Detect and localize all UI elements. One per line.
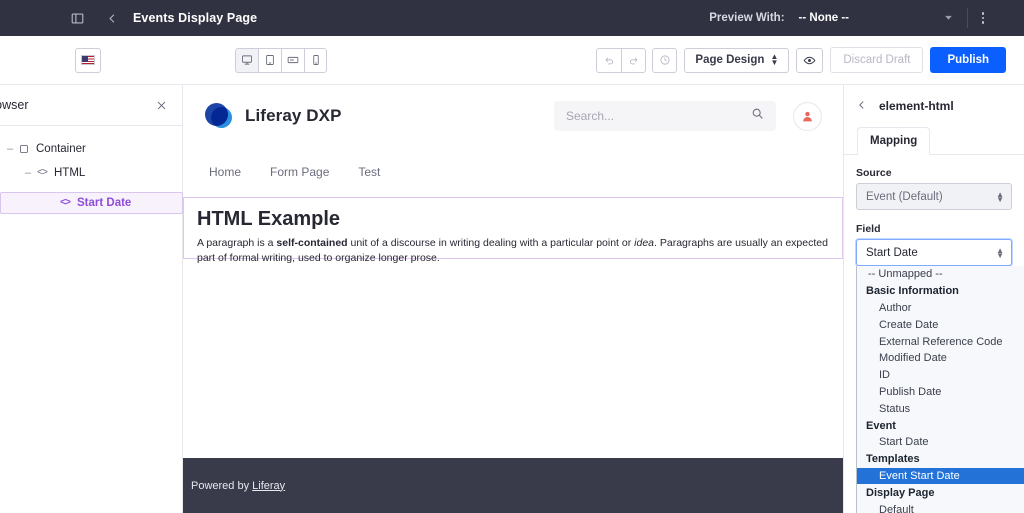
site-navigation: Home Form Page Test <box>183 147 843 197</box>
tree-item-html[interactable]: – <> HTML <box>0 161 182 185</box>
html-fragment-selected[interactable]: HTML Example A paragraph is a self-conta… <box>183 197 843 264</box>
dropdown-option-id[interactable]: ID <box>857 367 1024 384</box>
field-dropdown-list[interactable]: -- Unmapped -- Basic Information Author … <box>856 266 1024 513</box>
device-tablet-landscape-button[interactable] <box>281 47 305 73</box>
page-structure-sidebar: rowser – Container – <> HTML <box>0 85 183 513</box>
dropdown-option-modified-date[interactable]: Modified Date <box>857 350 1024 367</box>
sidebar-title: rowser <box>0 98 29 112</box>
undo-icon[interactable] <box>596 47 622 73</box>
device-tablet-button[interactable] <box>258 47 282 73</box>
element-name-title: element-html <box>879 98 954 113</box>
tree-item-label: Container <box>36 143 86 155</box>
page-canvas: Liferay DXP Home Form Page Test H <box>183 85 843 513</box>
search-input[interactable] <box>566 109 751 123</box>
mapping-sidebar-header: element-html <box>844 85 1024 126</box>
select-arrows-icon: ▲ ▼ <box>996 245 1004 260</box>
history-clock-icon[interactable] <box>652 47 678 73</box>
liferay-logo-icon <box>205 102 232 130</box>
dropdown-group-display-page: Display Page <box>866 486 935 499</box>
field-select-value: Start Date <box>866 246 918 259</box>
nav-item-home[interactable]: Home <box>209 165 241 179</box>
tree-toggle-icon[interactable]: – <box>4 143 16 155</box>
site-search-box[interactable] <box>554 101 776 131</box>
dropdown-group-event: Event <box>866 419 896 432</box>
dropdown-option-unmapped[interactable]: -- Unmapped -- <box>857 266 1024 283</box>
dropdown-group-templates: Templates <box>866 453 920 466</box>
tree-item-label: HTML <box>54 167 86 179</box>
tree-toggle-icon[interactable]: – <box>22 167 34 179</box>
nav-item-form-page[interactable]: Form Page <box>270 165 329 179</box>
discard-draft-button[interactable]: Discard Draft <box>830 47 924 73</box>
back-chevron-icon[interactable] <box>857 98 867 113</box>
nav-item-test[interactable]: Test <box>358 165 380 179</box>
tab-mapping[interactable]: Mapping <box>857 127 931 155</box>
us-flag-icon <box>81 55 95 65</box>
dropdown-option-author[interactable]: Author <box>857 300 1024 317</box>
select-arrows-icon: ▲ ▼ <box>996 189 1004 204</box>
topbar-right-group: Preview With: -- None -- <box>709 0 1024 36</box>
editor-toolbar: Page Design ▲ ▼ Discard Draft Publish <box>0 36 1024 85</box>
paragraph-part-2: unit of a discourse in writing dealing w… <box>347 237 635 249</box>
chevron-down-icon[interactable] <box>944 13 953 24</box>
paragraph-italic: idea <box>634 237 655 249</box>
page-design-button[interactable]: Page Design ▲ ▼ <box>684 47 790 73</box>
tree-item-start-date[interactable]: <> Start Date <box>0 192 183 214</box>
language-selector-button[interactable] <box>75 47 101 73</box>
dropdown-option-status[interactable]: Status <box>857 400 1024 417</box>
preview-eye-icon[interactable] <box>796 47 824 73</box>
fragment-heading: HTML Example <box>197 208 340 230</box>
site-footer: Powered by Liferay <box>183 458 843 513</box>
page-title: Events Display Page <box>133 11 258 25</box>
device-preview-group <box>235 47 328 73</box>
device-desktop-button[interactable] <box>235 47 259 73</box>
redo-icon[interactable] <box>621 47 647 73</box>
site-header: Liferay DXP <box>183 85 843 147</box>
top-navigation-bar: Events Display Page Preview With: -- Non… <box>0 0 1024 36</box>
dropdown-option-start-date[interactable]: Start Date <box>857 434 1024 451</box>
dropdown-group-basic-information: Basic Information <box>866 285 959 298</box>
paragraph-part-1: A paragraph is a <box>197 237 277 249</box>
device-mobile-button[interactable] <box>304 47 328 73</box>
preview-with-label: Preview With: <box>709 12 785 24</box>
source-select[interactable]: Event (Default) ▲ ▼ <box>856 183 1012 210</box>
paragraph-bold: self-contained <box>276 237 348 249</box>
publish-button[interactable]: Publish <box>930 47 1006 73</box>
page-editor-app: Events Display Page Preview With: -- Non… <box>0 0 1024 513</box>
footer-liferay-link[interactable]: Liferay <box>252 480 285 492</box>
dropdown-option-default[interactable]: Default <box>857 501 1024 513</box>
structure-tree: – Container – <> HTML <> Start Date <box>0 126 183 214</box>
field-label: Field <box>856 223 881 235</box>
tree-item-container[interactable]: – Container <box>0 137 182 161</box>
footer-text: Powered by Liferay <box>191 480 285 492</box>
dropdown-option-external-reference-code[interactable]: External Reference Code <box>857 333 1024 350</box>
sidebar-header: rowser <box>0 85 182 126</box>
sort-arrows-icon: ▲ ▼ <box>770 52 779 67</box>
preview-with-value[interactable]: -- None -- <box>799 12 849 24</box>
vertical-ellipsis-icon[interactable] <box>968 5 998 31</box>
panel-left-icon[interactable] <box>64 5 90 31</box>
back-chevron-icon[interactable] <box>99 5 125 31</box>
dropdown-option-create-date[interactable]: Create Date <box>857 316 1024 333</box>
dropdown-option-publish-date[interactable]: Publish Date <box>857 384 1024 401</box>
search-icon[interactable] <box>751 107 764 125</box>
toolbar-actions: Page Design ▲ ▼ Discard Draft Publish <box>596 47 1006 73</box>
dropdown-option-event-start-date[interactable]: Event Start Date <box>857 467 1024 485</box>
source-label: Source <box>856 167 892 179</box>
mapping-tabs: Mapping <box>844 126 1024 155</box>
footer-prefix: Powered by <box>191 479 253 492</box>
mapping-form: Source Event (Default) ▲ ▼ Field Start Da… <box>844 155 1024 266</box>
field-select[interactable]: Start Date ▲ ▼ <box>856 239 1012 266</box>
close-icon[interactable] <box>151 95 171 115</box>
undo-redo-group <box>596 47 647 73</box>
container-icon <box>16 144 32 154</box>
code-icon: <> <box>59 197 71 209</box>
source-select-value: Event (Default) <box>866 190 943 203</box>
user-avatar-icon[interactable] <box>793 101 822 131</box>
site-name: Liferay DXP <box>245 106 342 125</box>
page-design-label: Page Design <box>695 54 765 66</box>
fragment-paragraph: A paragraph is a self-contained unit of … <box>197 236 829 266</box>
code-icon: <> <box>36 167 48 179</box>
tree-item-label: Start Date <box>77 197 132 209</box>
mapping-sidebar: element-html Mapping Source Event (Defau… <box>843 85 1024 513</box>
